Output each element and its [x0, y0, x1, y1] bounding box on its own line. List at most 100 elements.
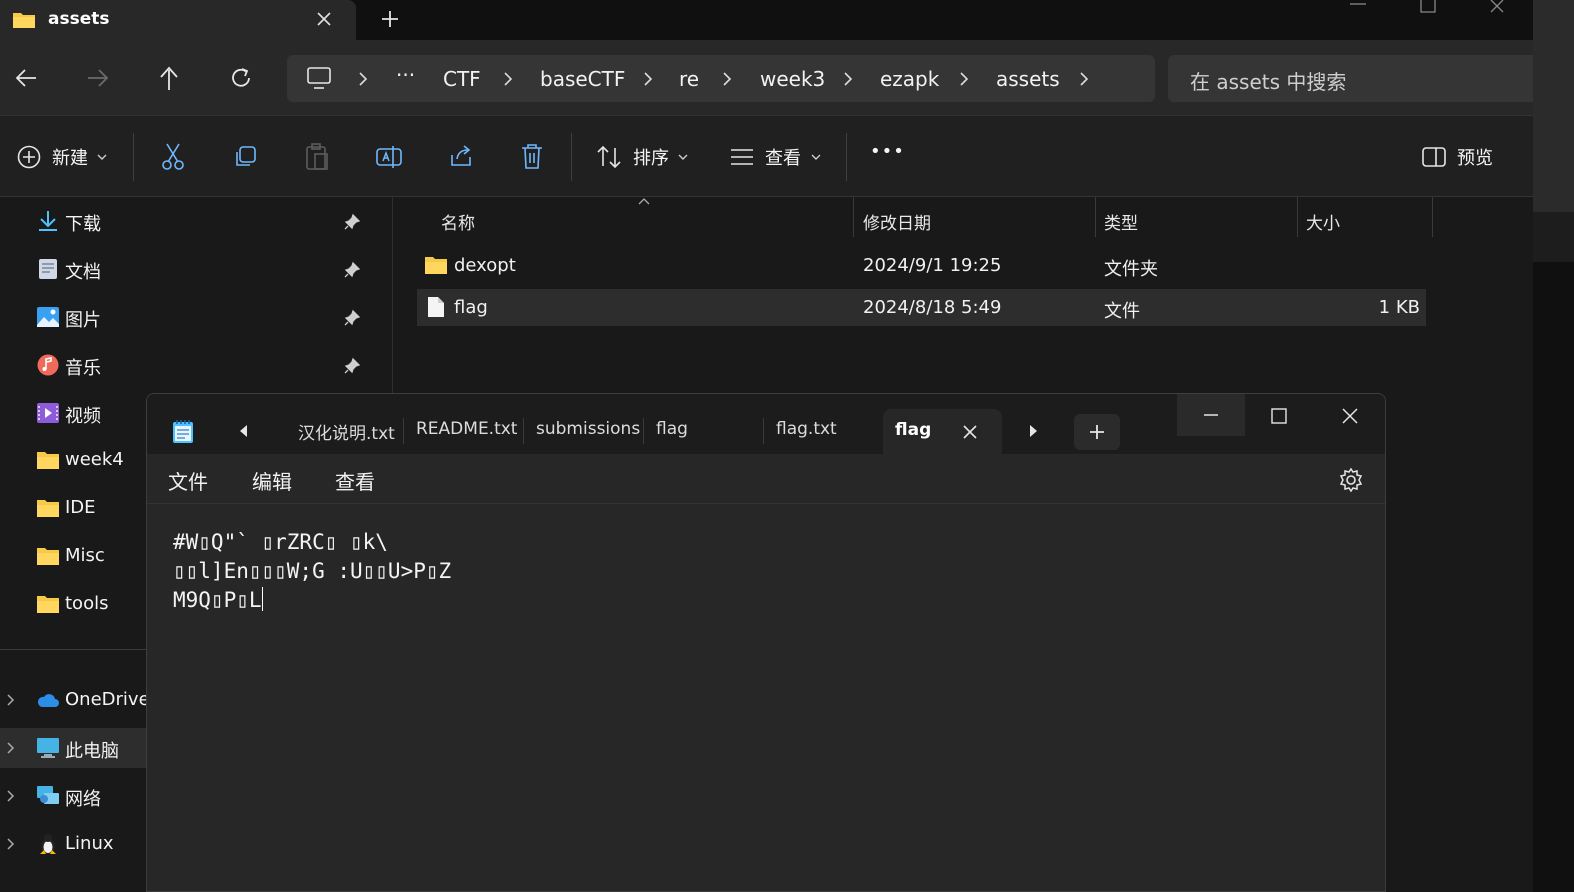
window-close-icon[interactable] — [1339, 405, 1361, 427]
maximize-icon[interactable] — [1416, 0, 1440, 14]
chevron-down-icon[interactable] — [96, 152, 108, 162]
sort-button[interactable]: 排序 — [633, 144, 669, 170]
chevron-right-icon[interactable] — [1077, 70, 1091, 88]
breadcrumb-more[interactable]: ··· — [396, 63, 415, 87]
explorer-tab-assets[interactable]: assets — [0, 0, 356, 40]
breadcrumb-item-assets[interactable]: assets — [996, 67, 1060, 91]
copy-icon[interactable] — [232, 144, 258, 170]
chevron-right-icon[interactable] — [6, 693, 16, 707]
notepad-tab-bar: 汉化说明.txt README.txt submissions flag fla… — [147, 394, 1385, 455]
breadcrumb-item-ezapk[interactable]: ezapk — [880, 67, 939, 91]
up-arrow-icon[interactable] — [156, 64, 182, 92]
sidebar-item-label: Misc — [65, 545, 105, 566]
column-divider[interactable] — [853, 197, 854, 237]
forward-arrow-icon[interactable] — [84, 66, 112, 90]
paste-icon[interactable] — [304, 142, 330, 172]
breadcrumb-item-ctf[interactable]: CTF — [443, 67, 481, 91]
view-icon[interactable] — [729, 146, 755, 168]
file-icon — [428, 297, 444, 317]
share-icon[interactable] — [448, 143, 474, 169]
chevron-right-icon[interactable] — [356, 70, 370, 88]
plus-circle-icon[interactable] — [16, 144, 42, 170]
view-button[interactable]: 查看 — [765, 144, 801, 170]
minimize-button[interactable] — [1177, 394, 1245, 436]
pin-icon[interactable] — [343, 213, 361, 231]
refresh-icon[interactable] — [228, 65, 254, 91]
close-icon[interactable] — [313, 8, 335, 30]
sidebar-item-pictures[interactable]: 图片 — [0, 297, 393, 337]
search-input[interactable]: 在 assets 中搜索 — [1168, 55, 1533, 102]
breadcrumb-item-basectf[interactable]: baseCTF — [540, 67, 625, 91]
chevron-down-icon[interactable] — [810, 152, 822, 162]
documents-icon — [39, 259, 57, 279]
breadcrumb-item-re[interactable]: re — [679, 67, 699, 91]
tab-readme[interactable]: README.txt — [416, 419, 517, 439]
sidebar-item-label: 此电脑 — [65, 741, 119, 762]
explorer-titlebar: assets — [0, 0, 1533, 40]
sidebar-item-downloads[interactable]: 下载 — [0, 201, 393, 241]
new-tab-button[interactable] — [1074, 414, 1120, 450]
column-divider[interactable] — [1297, 197, 1298, 237]
download-icon — [39, 211, 57, 231]
table-row[interactable]: dexopt 2024/9/1 19:25 文件夹 — [417, 247, 1426, 284]
pin-icon[interactable] — [343, 357, 361, 375]
toolbar-divider — [133, 133, 134, 181]
column-header-type[interactable]: 类型 — [1104, 209, 1138, 234]
monitor-icon[interactable] — [306, 66, 332, 90]
notepad-text-area[interactable]: #W▯Q"` ▯rZRC▯ ▯k\ ▯▯l]En▯▯▯W;G :U▯▯U>P▯Z M… — [173, 528, 451, 615]
column-divider[interactable] — [1095, 197, 1096, 237]
chevron-right-icon[interactable] — [501, 70, 515, 88]
back-arrow-icon[interactable] — [12, 66, 40, 90]
chevron-right-icon[interactable] — [841, 70, 855, 88]
menu-file[interactable]: 文件 — [168, 466, 208, 495]
menu-view[interactable]: 查看 — [335, 466, 375, 495]
column-header-modified[interactable]: 修改日期 — [863, 209, 931, 234]
tab-divider — [403, 418, 404, 444]
sidebar-item-music[interactable]: 音乐 — [0, 345, 393, 385]
breadcrumb[interactable]: ··· CTF baseCTF re week3 ezapk assets — [287, 55, 1155, 102]
chevron-right-icon[interactable] — [6, 789, 16, 803]
chevron-right-icon[interactable] — [720, 70, 734, 88]
column-divider[interactable] — [1432, 197, 1433, 237]
column-header-name[interactable]: 名称 — [441, 209, 475, 234]
rename-icon[interactable] — [375, 143, 403, 171]
text-line: ▯▯l]En▯▯▯W;G :U▯▯U>P▯Z — [173, 559, 452, 583]
chevron-right-icon[interactable] — [957, 70, 971, 88]
file-type: 文件夹 — [1104, 259, 1158, 280]
tab-hanhua[interactable]: 汉化说明.txt — [298, 419, 395, 444]
window-close-icon[interactable] — [1486, 0, 1510, 16]
column-header-size[interactable]: 大小 — [1306, 209, 1340, 234]
sort-icon[interactable] — [596, 144, 624, 170]
menu-edit[interactable]: 编辑 — [252, 466, 292, 495]
close-icon[interactable] — [959, 421, 981, 443]
sidebar-item-label: tools — [65, 593, 109, 614]
maximize-icon[interactable] — [1269, 406, 1289, 426]
minimize-icon[interactable] — [1346, 0, 1370, 12]
sidebar-item-documents[interactable]: 文档 — [0, 249, 393, 289]
scroll-right-icon[interactable] — [1027, 424, 1039, 438]
tab-flag-active[interactable]: flag — [883, 409, 1002, 455]
folder-icon — [37, 500, 59, 517]
chevron-right-icon[interactable] — [6, 837, 16, 851]
preview-button[interactable]: 预览 — [1457, 144, 1493, 170]
more-options-button[interactable]: ••• — [870, 141, 905, 162]
breadcrumb-item-week3[interactable]: week3 — [760, 67, 825, 91]
cut-icon[interactable] — [160, 142, 186, 172]
tab-submissions[interactable]: submissions — [536, 419, 640, 439]
chevron-right-icon[interactable] — [6, 741, 16, 755]
chevron-down-icon[interactable] — [677, 152, 689, 162]
notepad-app-icon — [173, 420, 193, 443]
tab-flag-txt[interactable]: flag.txt — [776, 419, 837, 439]
toolbar-divider — [846, 133, 847, 181]
pin-icon[interactable] — [343, 261, 361, 279]
pin-icon[interactable] — [343, 309, 361, 327]
preview-pane-icon[interactable] — [1421, 145, 1447, 169]
scroll-left-icon[interactable] — [238, 424, 250, 438]
new-tab-button[interactable] — [378, 7, 402, 31]
new-button[interactable]: 新建 — [52, 144, 88, 170]
table-row[interactable]: flag 2024/8/18 5:49 文件 1 KB — [417, 289, 1426, 326]
settings-gear-icon[interactable] — [1338, 467, 1364, 493]
chevron-right-icon[interactable] — [641, 70, 655, 88]
tab-flag[interactable]: flag — [656, 419, 688, 439]
delete-icon[interactable] — [520, 143, 544, 171]
